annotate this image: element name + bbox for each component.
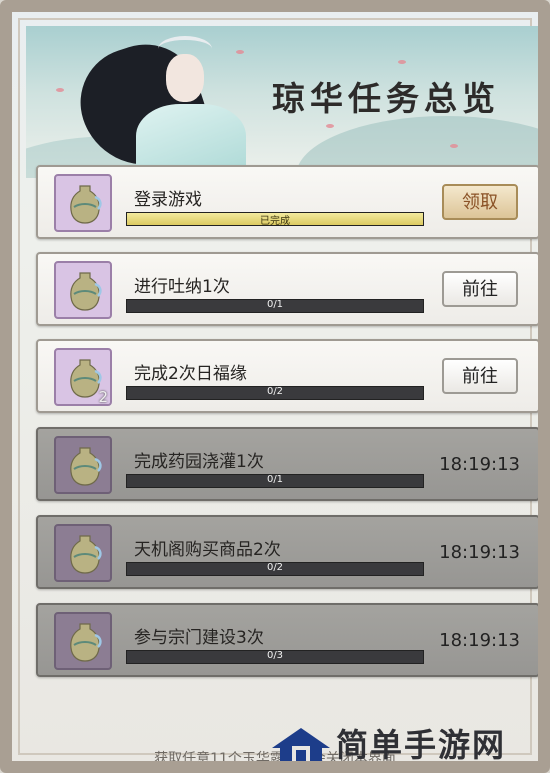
vase-icon [70, 272, 102, 311]
watermark: 简单手游网 JIANDANSHOUYOUWANG [268, 718, 538, 773]
progress-text: 0/1 [266, 474, 284, 485]
progress-text: 0/2 [266, 562, 284, 573]
page-title: 琼华任务总览 [272, 79, 500, 118]
reward-slot[interactable] [54, 261, 112, 319]
progress-text: 0/1 [266, 299, 284, 310]
task-card: 天机阁购买商品2次 0/2 18:19:13 [36, 515, 538, 589]
task-name: 完成2次日福缘 [134, 364, 247, 384]
claim-button[interactable]: 领取 [442, 184, 518, 220]
task-card: 登录游戏已完成 领取 [36, 165, 538, 239]
watermark-title: 简单手游网 [336, 726, 507, 764]
countdown-timer: 18:19:13 [439, 542, 520, 563]
task-name: 天机阁购买商品2次 [134, 540, 281, 560]
watermark-subtitle: JIANDANSHOUYOUWANG [338, 762, 509, 773]
task-panel: 琼华任务总览 登录游戏已完成 领取进行吐纳1次 0/1 前往 2 完成2次日福缘 0/2 前往… [0, 0, 550, 773]
reward-slot[interactable] [54, 612, 112, 670]
task-card: 进行吐纳1次 0/1 前往 [36, 252, 538, 326]
vase-icon [70, 359, 102, 398]
progress-text: 0/2 [266, 386, 284, 397]
reward-slot[interactable] [54, 524, 112, 582]
progress-bar: 0/3 [126, 650, 424, 664]
progress-bar: 0/1 [126, 474, 424, 488]
task-name: 完成药园浇灌1次 [134, 452, 264, 472]
task-name: 参与宗门建设3次 [134, 628, 264, 648]
vase-icon [70, 623, 102, 662]
progress-bar: 已完成 [126, 212, 424, 227]
progress-bar: 0/2 [126, 386, 424, 400]
progress-bar: 0/2 [126, 562, 424, 576]
progress-text: 0/3 [266, 650, 284, 661]
reward-count: 2 [98, 388, 108, 406]
task-card: 参与宗门建设3次 0/3 18:19:13 [36, 603, 538, 677]
go-button[interactable]: 前往 [442, 358, 518, 394]
header-banner: 琼华任务总览 [26, 26, 538, 178]
task-name: 登录游戏 [134, 190, 202, 210]
task-card: 完成药园浇灌1次 0/1 18:19:13 [36, 427, 538, 501]
house-logo-icon [272, 728, 330, 761]
reward-slot[interactable] [54, 174, 112, 232]
vase-icon [70, 535, 102, 574]
progress-text: 已完成 [260, 216, 290, 227]
task-name: 进行吐纳1次 [134, 277, 230, 297]
progress-bar: 0/1 [126, 299, 424, 313]
task-card: 2 完成2次日福缘 0/2 前往 [36, 339, 538, 413]
vase-icon [70, 185, 102, 224]
go-button[interactable]: 前往 [442, 271, 518, 307]
countdown-timer: 18:19:13 [439, 630, 520, 651]
vase-icon [70, 447, 102, 486]
countdown-timer: 18:19:13 [439, 454, 520, 475]
reward-slot[interactable]: 2 [54, 348, 112, 406]
reward-slot[interactable] [54, 436, 112, 494]
